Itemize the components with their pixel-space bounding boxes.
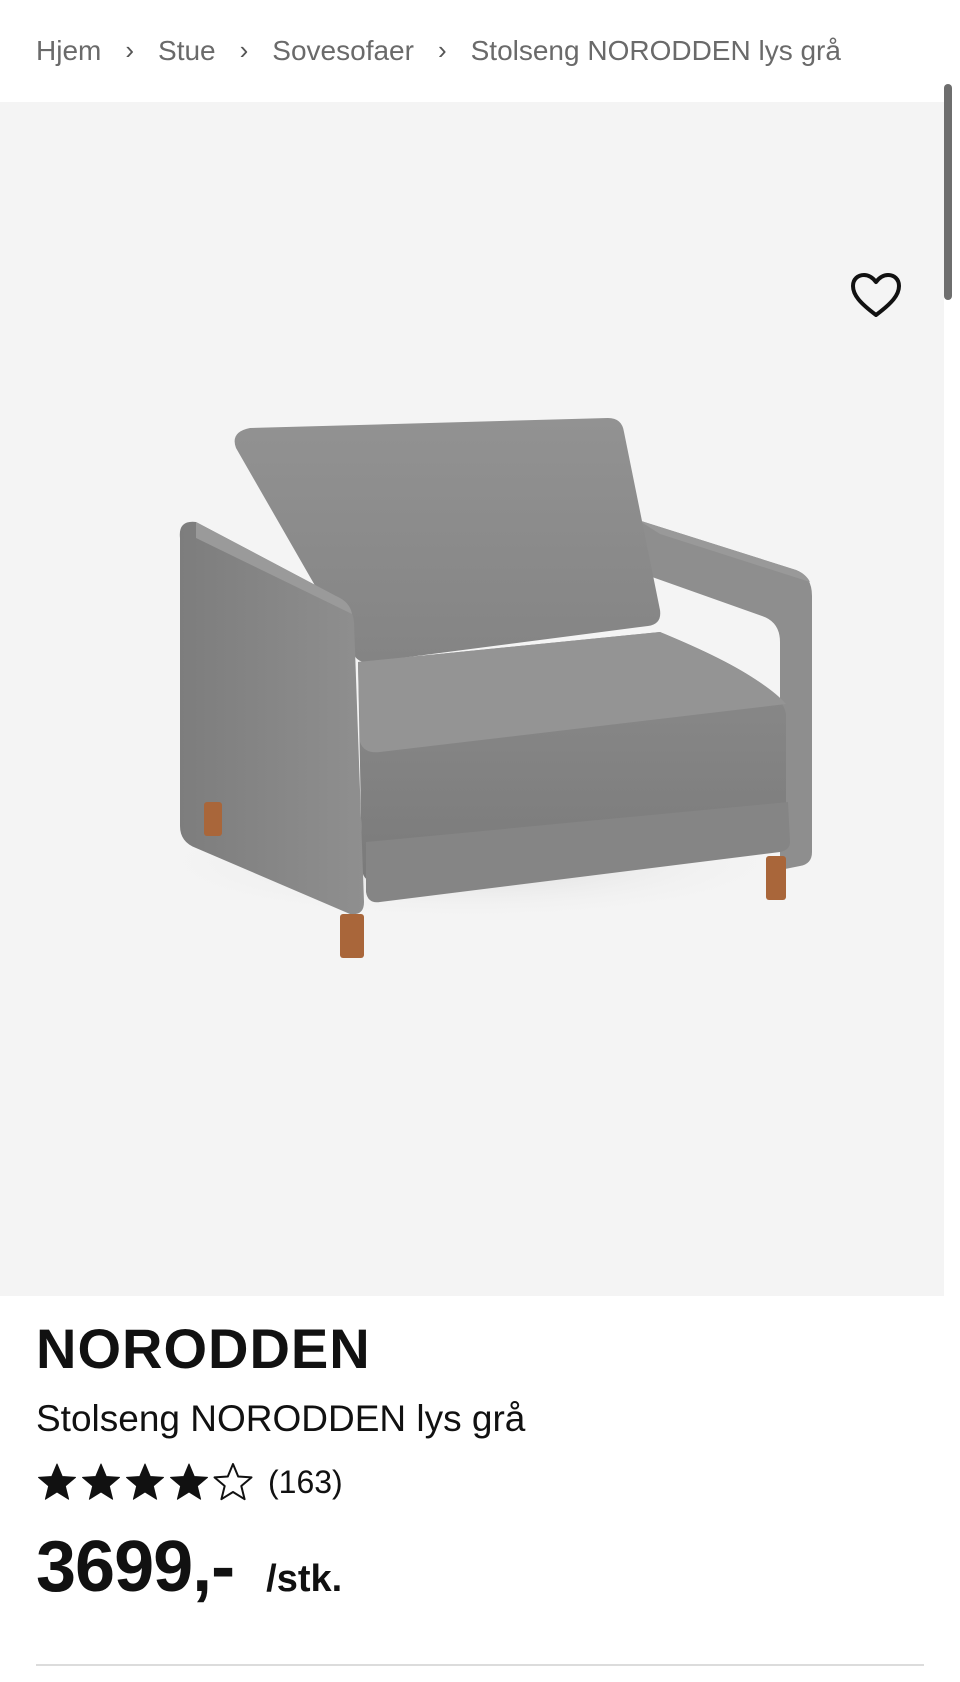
breadcrumb-stue[interactable]: Stue [158,35,216,67]
product-name: NORODDEN [36,1317,371,1380]
rating-stars [36,1462,254,1502]
product-image [140,418,812,958]
product-price: 3699,- [36,1527,235,1607]
star-filled-icon [126,1463,164,1500]
chevron-right-icon: › [239,34,249,65]
star-filled-icon [170,1463,208,1500]
page-scrollbar[interactable] [944,84,952,300]
product-image-gallery[interactable] [0,102,944,1296]
star-filled-icon [38,1463,76,1500]
rating-count: (163) [268,1463,343,1500]
chevron-right-icon: › [125,34,135,65]
product-rating[interactable]: (163) [36,1458,343,1506]
product-description: Stolseng NORODDEN lys grå [36,1398,526,1439]
chevron-right-icon: › [437,34,447,65]
price-unit: /stk. [266,1558,343,1600]
heart-outline-icon[interactable] [850,272,902,318]
breadcrumb: Hjem › Stue › Sovesofaer › Stolseng NORO… [36,0,936,102]
breadcrumb-current: Stolseng NORODDEN lys grå [470,35,841,66]
price-row: 3699,- /stk. [36,1526,342,1608]
star-filled-icon [82,1463,120,1500]
breadcrumb-home[interactable]: Hjem [36,35,101,67]
divider [36,1664,924,1666]
star-outline-icon [213,1463,253,1501]
breadcrumb-sovesofaer[interactable]: Sovesofaer [272,35,414,67]
